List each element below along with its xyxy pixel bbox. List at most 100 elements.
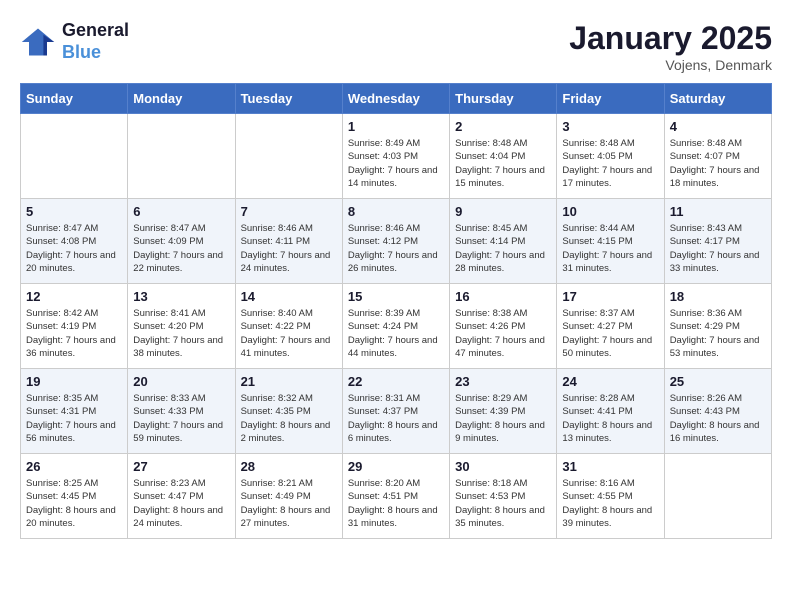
day-info: Sunrise: 8:48 AM Sunset: 4:05 PM Dayligh… [562, 137, 658, 190]
calendar-cell: 18 Sunrise: 8:36 AM Sunset: 4:29 PM Dayli… [664, 284, 771, 369]
day-number: 29 [348, 459, 444, 474]
day-number: 9 [455, 204, 551, 219]
calendar-week-row: 1 Sunrise: 8:49 AM Sunset: 4:03 PM Daylig… [21, 114, 772, 199]
day-info: Sunrise: 8:47 AM Sunset: 4:09 PM Dayligh… [133, 222, 229, 275]
day-number: 11 [670, 204, 766, 219]
day-number: 21 [241, 374, 337, 389]
day-info: Sunrise: 8:32 AM Sunset: 4:35 PM Dayligh… [241, 392, 337, 445]
day-info: Sunrise: 8:29 AM Sunset: 4:39 PM Dayligh… [455, 392, 551, 445]
day-number: 13 [133, 289, 229, 304]
calendar-header-row: SundayMondayTuesdayWednesdayThursdayFrid… [21, 84, 772, 114]
day-number: 25 [670, 374, 766, 389]
calendar-cell: 4 Sunrise: 8:48 AM Sunset: 4:07 PM Daylig… [664, 114, 771, 199]
day-number: 19 [26, 374, 122, 389]
day-number: 12 [26, 289, 122, 304]
day-header-friday: Friday [557, 84, 664, 114]
calendar-week-row: 5 Sunrise: 8:47 AM Sunset: 4:08 PM Daylig… [21, 199, 772, 284]
day-info: Sunrise: 8:23 AM Sunset: 4:47 PM Dayligh… [133, 477, 229, 530]
day-number: 2 [455, 119, 551, 134]
day-info: Sunrise: 8:40 AM Sunset: 4:22 PM Dayligh… [241, 307, 337, 360]
day-info: Sunrise: 8:45 AM Sunset: 4:14 PM Dayligh… [455, 222, 551, 275]
day-info: Sunrise: 8:28 AM Sunset: 4:41 PM Dayligh… [562, 392, 658, 445]
logo-line2: Blue [62, 42, 129, 64]
day-header-thursday: Thursday [450, 84, 557, 114]
day-number: 3 [562, 119, 658, 134]
calendar-cell: 26 Sunrise: 8:25 AM Sunset: 4:45 PM Dayli… [21, 454, 128, 539]
calendar-cell: 25 Sunrise: 8:26 AM Sunset: 4:43 PM Dayli… [664, 369, 771, 454]
day-number: 8 [348, 204, 444, 219]
day-number: 5 [26, 204, 122, 219]
day-number: 1 [348, 119, 444, 134]
day-number: 27 [133, 459, 229, 474]
calendar-week-row: 19 Sunrise: 8:35 AM Sunset: 4:31 PM Dayli… [21, 369, 772, 454]
calendar-cell: 2Sunrise: 8:48 AM Sunset: 4:04 PM Daylig… [450, 114, 557, 199]
logo-icon [20, 24, 56, 60]
title-block: January 2025 Vojens, Denmark [569, 20, 772, 73]
day-number: 16 [455, 289, 551, 304]
calendar-cell: 9 Sunrise: 8:45 AM Sunset: 4:14 PM Daylig… [450, 199, 557, 284]
day-info: Sunrise: 8:16 AM Sunset: 4:55 PM Dayligh… [562, 477, 658, 530]
calendar-cell: 1 Sunrise: 8:49 AM Sunset: 4:03 PM Daylig… [342, 114, 449, 199]
day-number: 28 [241, 459, 337, 474]
day-info: Sunrise: 8:31 AM Sunset: 4:37 PM Dayligh… [348, 392, 444, 445]
day-header-monday: Monday [128, 84, 235, 114]
day-number: 4 [670, 119, 766, 134]
calendar-cell: 12 Sunrise: 8:42 AM Sunset: 4:19 PM Dayli… [21, 284, 128, 369]
day-info: Sunrise: 8:49 AM Sunset: 4:03 PM Dayligh… [348, 137, 444, 190]
calendar-table: SundayMondayTuesdayWednesdayThursdayFrid… [20, 83, 772, 539]
calendar-cell: 27 Sunrise: 8:23 AM Sunset: 4:47 PM Dayli… [128, 454, 235, 539]
day-info: Sunrise: 8:46 AM Sunset: 4:11 PM Dayligh… [241, 222, 337, 275]
day-info: Sunrise: 8:20 AM Sunset: 4:51 PM Dayligh… [348, 477, 444, 530]
calendar-cell [128, 114, 235, 199]
day-header-sunday: Sunday [21, 84, 128, 114]
calendar-cell [21, 114, 128, 199]
calendar-cell: 15 Sunrise: 8:39 AM Sunset: 4:24 PM Dayli… [342, 284, 449, 369]
calendar-cell: 17 Sunrise: 8:37 AM Sunset: 4:27 PM Dayli… [557, 284, 664, 369]
day-info: Sunrise: 8:42 AM Sunset: 4:19 PM Dayligh… [26, 307, 122, 360]
calendar-cell: 13Sunrise: 8:41 AM Sunset: 4:20 PM Dayli… [128, 284, 235, 369]
day-number: 17 [562, 289, 658, 304]
day-number: 15 [348, 289, 444, 304]
calendar-cell: 30Sunrise: 8:18 AM Sunset: 4:53 PM Dayli… [450, 454, 557, 539]
day-info: Sunrise: 8:25 AM Sunset: 4:45 PM Dayligh… [26, 477, 122, 530]
calendar-cell: 3 Sunrise: 8:48 AM Sunset: 4:05 PM Daylig… [557, 114, 664, 199]
day-info: Sunrise: 8:36 AM Sunset: 4:29 PM Dayligh… [670, 307, 766, 360]
calendar-cell: 7 Sunrise: 8:46 AM Sunset: 4:11 PM Daylig… [235, 199, 342, 284]
day-number: 23 [455, 374, 551, 389]
day-number: 26 [26, 459, 122, 474]
calendar-cell: 29 Sunrise: 8:20 AM Sunset: 4:51 PM Dayli… [342, 454, 449, 539]
calendar-week-row: 26 Sunrise: 8:25 AM Sunset: 4:45 PM Dayli… [21, 454, 772, 539]
calendar-cell: 22 Sunrise: 8:31 AM Sunset: 4:37 PM Dayli… [342, 369, 449, 454]
calendar-cell: 31Sunrise: 8:16 AM Sunset: 4:55 PM Dayli… [557, 454, 664, 539]
day-number: 20 [133, 374, 229, 389]
calendar-cell: 8Sunrise: 8:46 AM Sunset: 4:12 PM Daylig… [342, 199, 449, 284]
day-info: Sunrise: 8:26 AM Sunset: 4:43 PM Dayligh… [670, 392, 766, 445]
day-number: 14 [241, 289, 337, 304]
month-title: January 2025 [569, 20, 772, 57]
day-number: 22 [348, 374, 444, 389]
day-info: Sunrise: 8:47 AM Sunset: 4:08 PM Dayligh… [26, 222, 122, 275]
day-number: 30 [455, 459, 551, 474]
day-info: Sunrise: 8:37 AM Sunset: 4:27 PM Dayligh… [562, 307, 658, 360]
day-header-tuesday: Tuesday [235, 84, 342, 114]
day-info: Sunrise: 8:44 AM Sunset: 4:15 PM Dayligh… [562, 222, 658, 275]
day-number: 18 [670, 289, 766, 304]
day-number: 7 [241, 204, 337, 219]
calendar-cell: 28Sunrise: 8:21 AM Sunset: 4:49 PM Dayli… [235, 454, 342, 539]
calendar-cell: 10Sunrise: 8:44 AM Sunset: 4:15 PM Dayli… [557, 199, 664, 284]
calendar-cell: 19 Sunrise: 8:35 AM Sunset: 4:31 PM Dayli… [21, 369, 128, 454]
calendar-cell: 5 Sunrise: 8:47 AM Sunset: 4:08 PM Daylig… [21, 199, 128, 284]
day-info: Sunrise: 8:48 AM Sunset: 4:07 PM Dayligh… [670, 137, 766, 190]
day-header-wednesday: Wednesday [342, 84, 449, 114]
logo-line1: General [62, 20, 129, 42]
page-header: General Blue January 2025 Vojens, Denmar… [20, 20, 772, 73]
calendar-cell: 16Sunrise: 8:38 AM Sunset: 4:26 PM Dayli… [450, 284, 557, 369]
calendar-cell [664, 454, 771, 539]
day-number: 24 [562, 374, 658, 389]
calendar-cell [235, 114, 342, 199]
calendar-cell: 23 Sunrise: 8:29 AM Sunset: 4:39 PM Dayli… [450, 369, 557, 454]
day-header-saturday: Saturday [664, 84, 771, 114]
location: Vojens, Denmark [569, 57, 772, 73]
day-info: Sunrise: 8:35 AM Sunset: 4:31 PM Dayligh… [26, 392, 122, 445]
day-info: Sunrise: 8:39 AM Sunset: 4:24 PM Dayligh… [348, 307, 444, 360]
